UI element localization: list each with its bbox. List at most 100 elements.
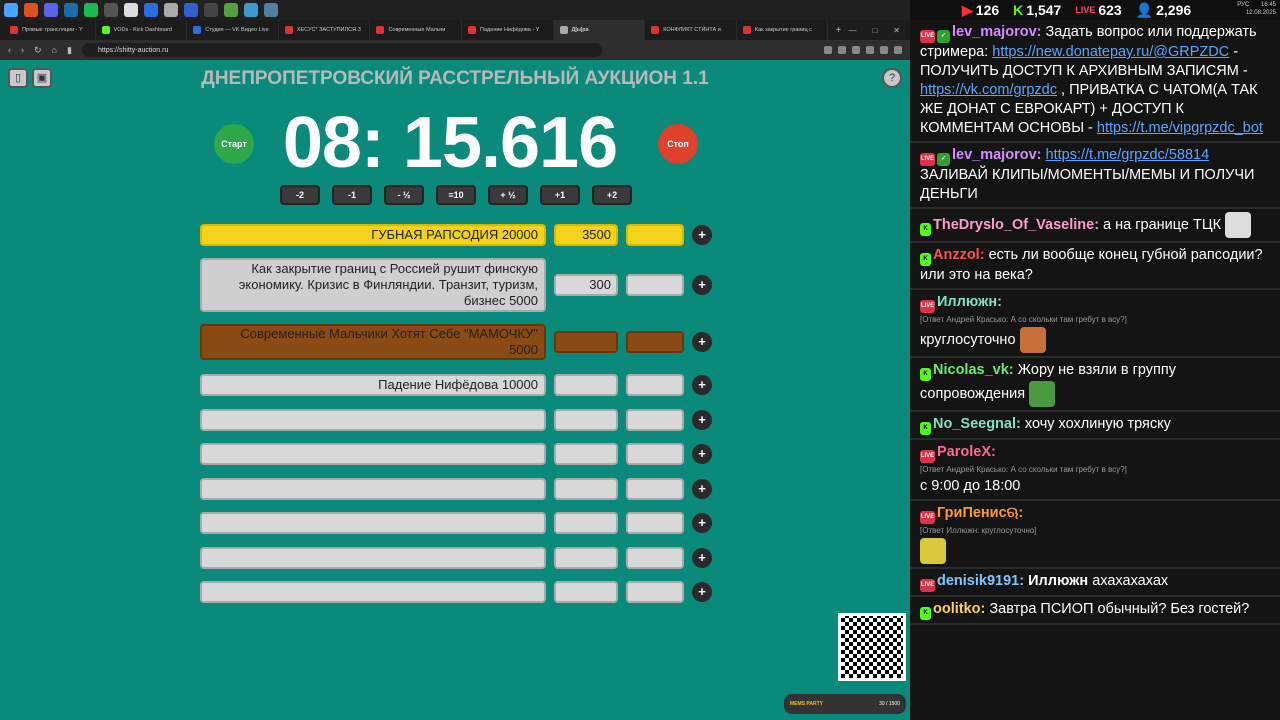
- chat-username[interactable]: Anzzol: [933, 247, 980, 263]
- lot-name-field[interactable]: Современные Мальчики Хотят Себе "МАМОЧКУ…: [200, 324, 546, 360]
- lot-amount-field[interactable]: [554, 547, 618, 569]
- lot-name-field[interactable]: ГУБНАЯ РАПСОДИЯ 20000: [200, 224, 546, 246]
- chat-username[interactable]: TheDryslo_Of_Vaseline: [933, 217, 1094, 233]
- lot-amount-field[interactable]: [554, 512, 618, 534]
- browser-tab[interactable]: Современные Мальчи: [370, 20, 463, 40]
- lot-add-button[interactable]: +: [692, 410, 712, 430]
- lot-add-button[interactable]: +: [692, 444, 712, 464]
- lot-add-amount-field[interactable]: [626, 331, 684, 353]
- lot-amount-field[interactable]: [554, 478, 618, 500]
- back-icon[interactable]: ‹: [8, 45, 11, 55]
- timer-adjust-button[interactable]: + ½: [488, 185, 528, 205]
- discord-icon[interactable]: [44, 3, 58, 17]
- timer-adjust-button[interactable]: -2: [280, 185, 320, 205]
- lot-name-field[interactable]: [200, 512, 546, 534]
- lot-add-button[interactable]: +: [692, 275, 712, 295]
- timer-adjust-button[interactable]: +2: [592, 185, 632, 205]
- minimize-icon[interactable]: —: [848, 26, 856, 35]
- lot-name-field[interactable]: Как закрытие границ с Россией рушит финс…: [200, 258, 546, 312]
- lot-add-amount-field[interactable]: [626, 547, 684, 569]
- lot-amount-field[interactable]: [554, 443, 618, 465]
- browser-icon[interactable]: [24, 3, 38, 17]
- lot-name-field[interactable]: [200, 547, 546, 569]
- obs-icon[interactable]: [204, 3, 218, 17]
- chat-username[interactable]: No_Seegnal: [933, 416, 1016, 432]
- browser-tab[interactable]: Д[ы]ра: [553, 20, 646, 40]
- new-tab-icon[interactable]: +: [828, 25, 848, 36]
- app-icon[interactable]: [164, 3, 178, 17]
- lot-name-field[interactable]: [200, 409, 546, 431]
- lot-add-amount-field[interactable]: [626, 478, 684, 500]
- lot-add-button[interactable]: +: [692, 582, 712, 602]
- browser-tab[interactable]: ХЕСУС* ЗАСТУПИЛСЯ З: [279, 20, 371, 40]
- timer-adjust-button[interactable]: ≡10: [436, 185, 476, 205]
- lot-amount-field[interactable]: [554, 581, 618, 603]
- lot-name-field[interactable]: [200, 581, 546, 603]
- browser-tab[interactable]: Студия — VK Видео Live: [187, 20, 279, 40]
- lot-add-amount-field[interactable]: [626, 374, 684, 396]
- lot-add-amount-field[interactable]: [626, 443, 684, 465]
- windows-start-icon[interactable]: [4, 3, 18, 17]
- lot-name-field[interactable]: [200, 443, 546, 465]
- home-icon[interactable]: ⌂: [52, 45, 57, 55]
- lot-amount-field[interactable]: [554, 331, 618, 353]
- chat-username[interactable]: lev_majorov: [952, 24, 1037, 40]
- app-icon[interactable]: [124, 3, 138, 17]
- chat-username[interactable]: oolitko: [933, 601, 981, 617]
- timer-adjust-button[interactable]: -1: [332, 185, 372, 205]
- chat-username[interactable]: denisik9191: [937, 573, 1019, 589]
- extension-icon[interactable]: [852, 46, 860, 54]
- chat-username[interactable]: lev_majorov: [952, 147, 1037, 163]
- app-icon[interactable]: [144, 3, 158, 17]
- lot-add-button[interactable]: +: [692, 548, 712, 568]
- chat-username[interactable]: ГриПенисଋ: [937, 505, 1018, 521]
- app-icon[interactable]: [104, 3, 118, 17]
- chat-link[interactable]: https://t.me/vipgrpzdc_bot: [1097, 120, 1263, 136]
- lot-add-amount-field[interactable]: [626, 581, 684, 603]
- bookmark-icon[interactable]: ▮: [67, 45, 72, 56]
- lot-name-field[interactable]: Падение Нифёдова 10000: [200, 374, 546, 396]
- extension-icon[interactable]: [866, 46, 874, 54]
- app-icon[interactable]: [244, 3, 258, 17]
- app-icon[interactable]: [224, 3, 238, 17]
- chat-username[interactable]: Иллюжн: [937, 294, 997, 310]
- browser-tab[interactable]: КОНФЛИКТ СТИНТА и: [645, 20, 737, 40]
- lot-add-button[interactable]: +: [692, 375, 712, 395]
- reload-icon[interactable]: ↻: [34, 45, 42, 56]
- url-input[interactable]: https://shitty-auction.ru: [81, 43, 602, 57]
- stop-button[interactable]: Стоп: [658, 124, 698, 164]
- lot-add-button[interactable]: +: [692, 479, 712, 499]
- extension-icon[interactable]: [894, 46, 902, 54]
- start-button[interactable]: Старт: [214, 124, 254, 164]
- lot-add-amount-field[interactable]: [626, 274, 684, 296]
- lot-add-amount-field[interactable]: [626, 409, 684, 431]
- chat-link[interactable]: https://new.donatepay.ru/@GRPZDC: [992, 44, 1229, 60]
- close-icon[interactable]: ✕: [893, 26, 900, 35]
- chat-username[interactable]: ParoleX: [937, 444, 991, 460]
- lot-add-amount-field[interactable]: [626, 224, 684, 246]
- timer-adjust-button[interactable]: +1: [540, 185, 580, 205]
- lot-name-field[interactable]: [200, 478, 546, 500]
- extension-icon[interactable]: [838, 46, 846, 54]
- lot-add-button[interactable]: +: [692, 332, 712, 352]
- chat-link[interactable]: https://t.me/grpzdc/58814: [1046, 147, 1210, 163]
- lot-amount-field[interactable]: 300: [554, 274, 618, 296]
- app-icon[interactable]: [264, 3, 278, 17]
- app-icon[interactable]: [184, 3, 198, 17]
- extension-icon[interactable]: [880, 46, 888, 54]
- lot-add-button[interactable]: +: [692, 225, 712, 245]
- lot-amount-field[interactable]: 3500: [554, 224, 618, 246]
- chat-link[interactable]: https://vk.com/grpzdc: [920, 82, 1057, 98]
- lot-add-amount-field[interactable]: [626, 512, 684, 534]
- forward-icon[interactable]: ›: [21, 45, 24, 55]
- lot-amount-field[interactable]: [554, 374, 618, 396]
- lot-amount-field[interactable]: [554, 409, 618, 431]
- browser-tab[interactable]: VODs - Kick Dashboard: [96, 20, 188, 40]
- spotify-icon[interactable]: [84, 3, 98, 17]
- steam-icon[interactable]: [64, 3, 78, 17]
- lot-add-button[interactable]: +: [692, 513, 712, 533]
- extension-icon[interactable]: [824, 46, 832, 54]
- browser-tab[interactable]: Прямые трансляции - Y: [4, 20, 96, 40]
- browser-tab[interactable]: Падение Нифёдова - Y: [462, 20, 554, 40]
- chat-username[interactable]: Nicolas_vk: [933, 362, 1009, 378]
